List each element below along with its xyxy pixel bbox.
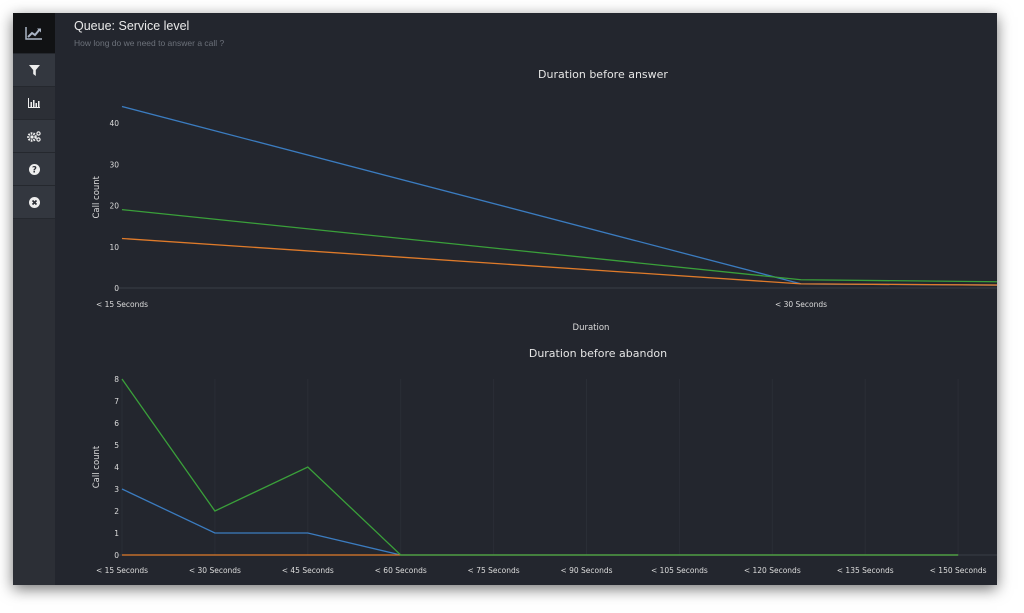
y-tick-label: 40 — [109, 119, 119, 128]
y-tick-label: 6 — [114, 419, 119, 428]
chart-duration-before-answer: Duration before answer 0 10 20 30 40 < 15 Seco… — [92, 68, 997, 333]
chart-title: Duration before answer — [538, 68, 668, 81]
y-tick-label: 7 — [114, 397, 119, 406]
y-tick-label: 8 — [114, 375, 119, 384]
series-line-0 — [121, 488, 959, 556]
x-axis-label: Duration — [573, 323, 610, 333]
chart-duration-before-abandon: Duration before abandon 0 1 2 3 4 5 6 7 8 < 15 Sec… — [92, 347, 997, 575]
y-tick-label: 0 — [114, 551, 119, 560]
y-tick-label: 30 — [109, 160, 119, 169]
x-tick-label: < 105 Seconds — [651, 566, 708, 575]
x-tick-label: < 30 Seconds — [775, 300, 827, 309]
x-tick-label: < 120 Seconds — [744, 566, 801, 575]
x-tick-label: < 15 Seconds — [96, 566, 148, 575]
series-line-0 — [121, 105, 997, 286]
page-subtitle: How long do we need to answer a call ? — [74, 38, 225, 48]
y-axis-label: Call count — [92, 175, 102, 218]
y-axis-label: Call count — [92, 445, 102, 488]
app-window: ? Queue: Service level How long do we ne… — [13, 13, 997, 585]
y-tick-label: 20 — [109, 202, 119, 211]
y-tick-label: 3 — [114, 485, 119, 494]
x-tick-label: < 60 Seconds — [375, 566, 427, 575]
x-tick-label: < 135 Seconds — [837, 566, 894, 575]
x-tick-label: < 30 Seconds — [189, 566, 241, 575]
x-tick-label: < 45 Seconds — [282, 566, 334, 575]
x-tick-label: < 15 Seconds — [96, 300, 148, 309]
line-chart-icon — [25, 27, 42, 40]
x-tick-label: < 75 Seconds — [468, 566, 520, 575]
x-tick-label: < 90 Seconds — [560, 566, 612, 575]
chart-title: Duration before abandon — [529, 347, 667, 360]
y-tick-label: 5 — [114, 441, 119, 450]
page-title: Queue: Service level — [74, 19, 190, 33]
series-line-2 — [121, 378, 959, 556]
x-tick-label: < 150 Seconds — [930, 566, 987, 575]
y-tick-label: 4 — [114, 463, 119, 472]
y-tick-label: 1 — [114, 529, 119, 538]
y-tick-label: 2 — [114, 507, 119, 516]
sidebar-item-service-level[interactable] — [13, 13, 55, 54]
y-tick-label: 0 — [114, 284, 119, 293]
y-tick-label: 10 — [109, 243, 119, 252]
